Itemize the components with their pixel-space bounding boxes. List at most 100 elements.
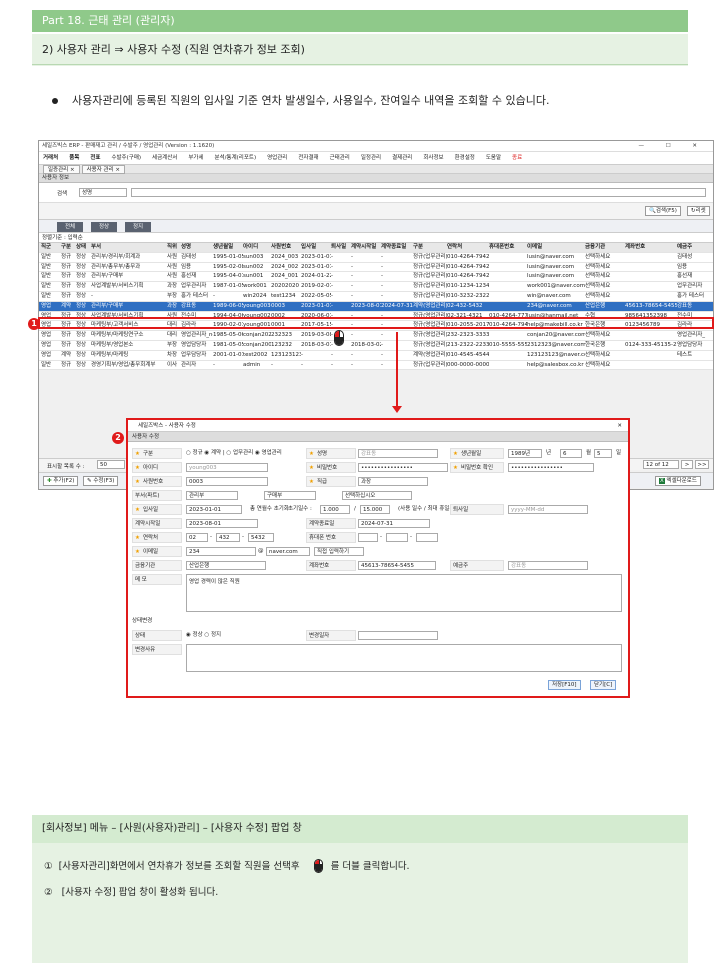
column-header[interactable]: 입사일 — [301, 243, 331, 253]
table-row[interactable]: 일반 정규 정상 관리부/총무부/총무과 사원 임용 1995-02-08 sun002 202… — [39, 263, 713, 273]
table-row[interactable]: 일반 정규 정상 사업계발부/서비스기획 과장 업무관리자 1987-01-05 work00… — [39, 282, 713, 292]
dept-select-1[interactable]: 관리부 — [186, 491, 238, 500]
memo-textarea[interactable]: 영업 경력이 많은 직원 — [186, 574, 622, 612]
column-header[interactable]: 상태 — [76, 243, 91, 253]
table-row[interactable]: 일반 정규 정상 - 부장 홍가 테스터 - win2024 test1234 2022-05-0… — [39, 292, 713, 302]
account-field[interactable]: 45613-78654-5455 — [358, 561, 436, 570]
column-header[interactable]: 계약종료일 — [381, 243, 413, 253]
close-button[interactable]: 닫기[C] — [590, 680, 617, 690]
dept-select-2[interactable]: 구매부 — [264, 491, 316, 500]
save-button[interactable]: 저장[F10] — [548, 680, 581, 690]
reset-button[interactable]: ↻리셋 — [687, 206, 710, 216]
column-header[interactable]: 퇴사일 — [331, 243, 351, 253]
phone-field-2[interactable]: 432 — [216, 533, 240, 542]
dept-select-3[interactable]: 선택하십시오 — [342, 491, 412, 500]
column-header[interactable]: 예금주 — [677, 243, 713, 253]
holder-field[interactable]: 강표동 — [508, 561, 588, 570]
column-header[interactable]: 성명 — [181, 243, 213, 253]
name-field[interactable]: 강표동 — [358, 449, 438, 458]
birth-year-select[interactable]: 1989년 — [508, 449, 542, 458]
password-confirm-field[interactable]: •••••••••••••••• — [508, 463, 594, 472]
mobile-field-2[interactable] — [386, 533, 408, 542]
mobile-field-1[interactable] — [358, 533, 378, 542]
tab-item[interactable]: 일증관리 × — [43, 165, 80, 174]
table-cell: 정규(업무관리) — [413, 253, 447, 260]
column-header[interactable]: 직위 — [167, 243, 181, 253]
column-header[interactable]: 사원번호 — [271, 243, 301, 253]
table-cell: 정규 — [61, 283, 72, 290]
column-header[interactable]: 이메일 — [527, 243, 585, 253]
search-field-select[interactable]: 성명 — [79, 188, 127, 197]
email-domain-select[interactable]: 직접 입력하기 — [314, 547, 364, 556]
filter-button[interactable]: 정지 — [125, 222, 152, 232]
menu-item[interactable]: 거래처 — [43, 155, 58, 161]
column-header[interactable]: 휴대폰번호 — [489, 243, 527, 253]
column-header[interactable]: 연락처 — [447, 243, 489, 253]
column-header[interactable]: 부서 — [91, 243, 167, 253]
contract-end-field[interactable]: 2024-07-31 — [358, 519, 430, 528]
birth-day-select[interactable]: 5 — [594, 449, 612, 458]
tab-item[interactable]: 사용자 관리 × — [81, 165, 126, 174]
table-row[interactable]: 영업 계약 정상 마케팅부/마케팅 차장 업무담당자 2001-01-01 test2002 1… — [39, 351, 713, 361]
menu-item[interactable]: 세금계산서 — [152, 155, 177, 161]
retire-date-field[interactable]: yyyy-MM-dd — [508, 505, 588, 514]
add-button[interactable]: ✚ 추가(F2) — [43, 476, 79, 486]
email-domain-field[interactable]: naver.com — [266, 547, 310, 556]
empno-field[interactable]: 0003 — [186, 477, 268, 486]
page-size-select[interactable]: 50 — [97, 460, 125, 469]
password-field[interactable]: •••••••••••••••• — [358, 463, 448, 472]
email-user-field[interactable]: 234 — [186, 547, 256, 556]
menu-item[interactable]: 분석/통계(리포트) — [215, 155, 257, 161]
close-icon[interactable]: ✕ — [617, 420, 622, 432]
menu-item[interactable]: 종료 — [512, 155, 522, 161]
table-row[interactable]: 영업정규정상마케팅부/마케팅연구소대리영업관리자_new1985-05-06co… — [39, 331, 713, 341]
id-field[interactable]: young003 — [186, 463, 268, 472]
column-header[interactable]: 구분 — [61, 243, 76, 253]
search-input[interactable] — [131, 188, 706, 197]
menu-item[interactable]: 환경설정 — [455, 155, 475, 161]
phone-field-1[interactable]: 02 — [186, 533, 208, 542]
menu-item[interactable]: 부가세 — [188, 155, 203, 161]
column-header[interactable]: 금융기관 — [585, 243, 625, 253]
table-row[interactable]: 영업 계약 정상 관리부/구매부 과장 강표동 1989-06-05 young003 0003… — [39, 301, 713, 312]
menu-item[interactable]: 도움말 — [486, 155, 501, 161]
mobile-field-3[interactable] — [416, 533, 438, 542]
menu-item[interactable]: 전표 — [90, 155, 100, 161]
table-row[interactable]: 일반 정규 정상 관리부/구매부 사원 홍선재 1995-04-01 sun001 2024_0… — [39, 272, 713, 283]
menu-item[interactable]: 수발주(구매) — [111, 155, 141, 161]
leave-total-field[interactable]: 15.000 — [360, 505, 390, 514]
table-row[interactable]: 일반 정규 정상 관리부/경리부/회계과 사원 김태성 1995-01-05 sun003 20… — [39, 253, 713, 263]
bank-select[interactable]: 산업은행 — [186, 561, 266, 570]
excel-download-button[interactable]: X 엑셀다운로드 — [655, 476, 701, 486]
menu-item[interactable]: 품목 — [69, 155, 79, 161]
change-date-field[interactable] — [358, 631, 438, 640]
contract-start-field[interactable]: 2023-08-01 — [186, 519, 258, 528]
column-header[interactable]: 직군 — [41, 243, 61, 253]
last-page-button[interactable]: >> — [695, 460, 709, 469]
search-button[interactable]: 🔍검색(F5) — [645, 206, 681, 216]
filter-button[interactable]: 전체 — [57, 222, 84, 232]
next-page-button[interactable]: > — [681, 460, 693, 469]
column-header[interactable]: 생년월일 — [213, 243, 243, 253]
edit-button[interactable]: ✎ 수정(F3) — [83, 476, 119, 486]
menu-item[interactable]: 전자결재 — [298, 155, 318, 161]
leave-init-field[interactable]: 1.000 — [320, 505, 350, 514]
phone-field-3[interactable]: 5432 — [248, 533, 274, 542]
window-controls[interactable]: — ☐ ✕ — [638, 141, 707, 152]
column-header[interactable]: 아이디 — [243, 243, 271, 253]
birth-month-select[interactable]: 6 — [560, 449, 582, 458]
menu-item[interactable]: 일정관리 — [361, 155, 381, 161]
menu-item[interactable]: 영업관리 — [267, 155, 287, 161]
join-date-field[interactable]: 2023-01-01 — [186, 505, 242, 514]
filter-button[interactable]: 정상 — [91, 222, 118, 232]
menu-item[interactable]: 근태관리 — [330, 155, 350, 161]
table-row[interactable]: 영업 정규 정상 마케팅부/영업본소 부장 영업담당자 1981-05-05 conjan20… — [39, 341, 713, 351]
rank-select[interactable]: 과장 — [358, 477, 428, 486]
menu-item[interactable]: 결제관리 — [392, 155, 412, 161]
menu-item[interactable]: 회사정보 — [423, 155, 443, 161]
table-row[interactable]: 일반 정규 정상 경영기획부/영업/총무회계부 이사 관리자 - admin - - - - - 정규(업… — [39, 361, 713, 371]
column-header[interactable]: 계좌번호 — [625, 243, 677, 253]
change-reason-textarea[interactable] — [186, 644, 622, 672]
column-header[interactable]: 구분 — [413, 243, 447, 253]
column-header[interactable]: 계약시작일 — [351, 243, 381, 253]
